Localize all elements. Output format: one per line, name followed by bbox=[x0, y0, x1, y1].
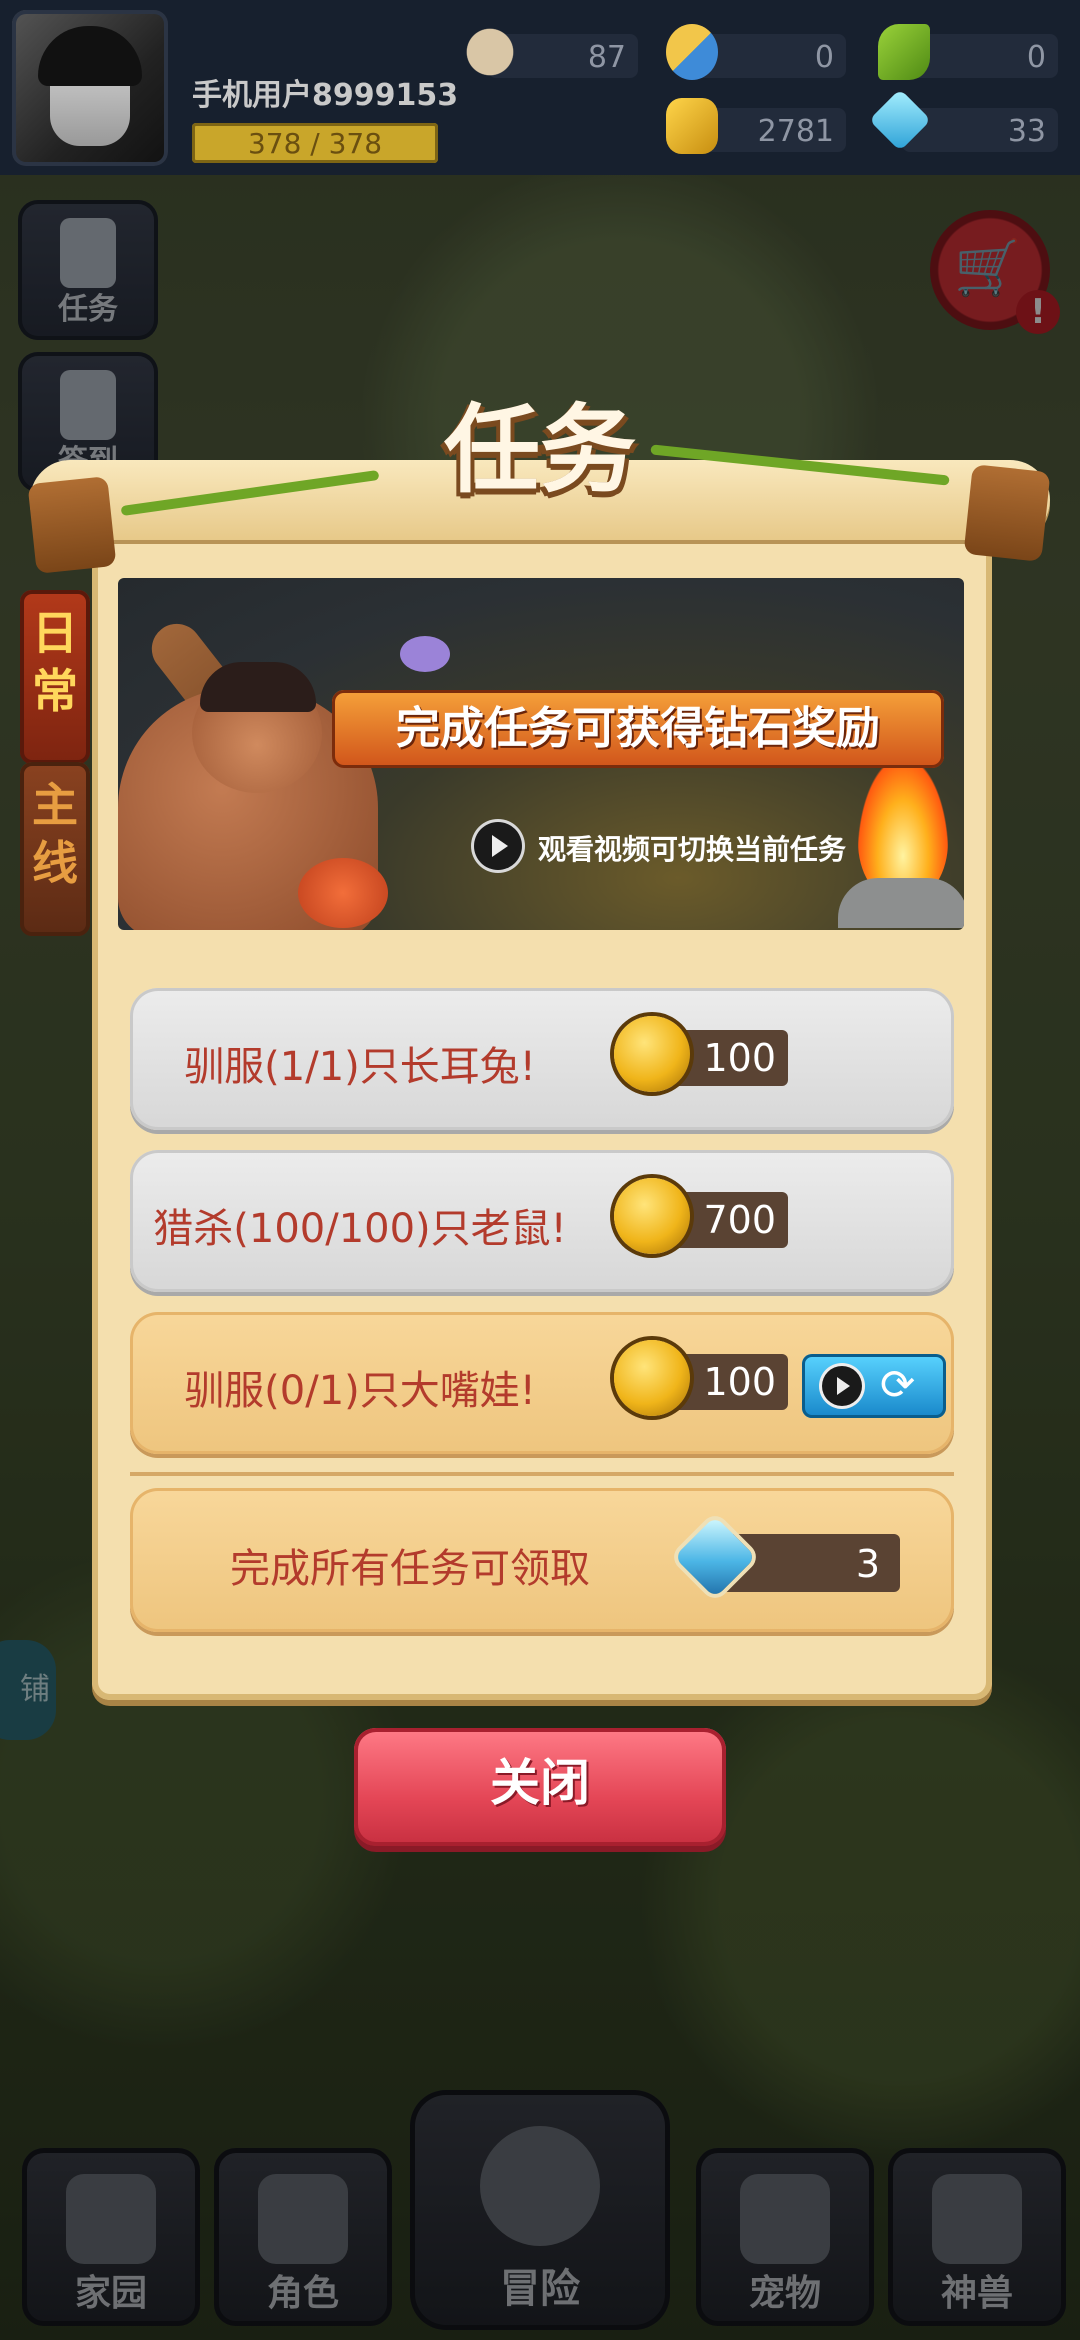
dialog-title: 任务 bbox=[444, 394, 636, 506]
gold-resource: 2781 bbox=[666, 98, 846, 154]
bone-value: 87 bbox=[587, 40, 626, 75]
green-item-resource: 0 bbox=[878, 24, 1058, 80]
diamond-icon bbox=[868, 88, 932, 152]
blue-item-resource: 0 bbox=[666, 24, 846, 80]
gold-value: 2781 bbox=[757, 114, 834, 149]
gold-reward-value: 100 bbox=[703, 1360, 776, 1404]
task-text: 驯服(0/1)只大嘴娃! bbox=[184, 1368, 536, 1414]
green-item-value: 0 bbox=[1026, 40, 1046, 75]
gem-resource: 33 bbox=[868, 88, 1058, 152]
task-banner: 完成任务可获得钻石奖励 观看视频可切换当前任务 bbox=[118, 578, 964, 930]
close-button[interactable]: 关闭 bbox=[354, 1728, 726, 1846]
fire-rocks bbox=[838, 878, 964, 928]
switch-task-video-button[interactable]: ⟳ bbox=[802, 1354, 946, 1418]
avatar-hair bbox=[38, 26, 142, 86]
video-play-icon bbox=[822, 1366, 862, 1406]
all-tasks-reward-text: 完成所有任务可领取 bbox=[230, 1546, 590, 1592]
task-text: 猎杀(100/100)只老鼠! bbox=[153, 1206, 567, 1252]
player-name: 手机用户8999153 bbox=[192, 78, 459, 113]
gold-coin-icon bbox=[614, 1340, 690, 1416]
gold-coin-icon bbox=[614, 1178, 690, 1254]
gold-coin-icon bbox=[614, 1016, 690, 1092]
task-row: 驯服(0/1)只大嘴娃! 100 ⟳ bbox=[130, 1312, 954, 1454]
tab-daily[interactable]: 日常 bbox=[20, 590, 90, 764]
xp-text: 378 / 378 bbox=[247, 127, 383, 160]
green-leaf-icon bbox=[878, 24, 930, 80]
task-row: 驯服(1/1)只长耳兔! 100 bbox=[130, 988, 954, 1130]
bone-icon bbox=[464, 24, 516, 80]
bat-icon bbox=[400, 636, 450, 672]
gold-reward-value: 700 bbox=[703, 1198, 776, 1242]
top-status-bar: 手机用户8999153 378 / 378 87 0 0 2781 33 bbox=[0, 0, 1080, 175]
blue-potion-icon bbox=[666, 24, 718, 80]
ogre-hair bbox=[200, 662, 316, 712]
refresh-icon: ⟳ bbox=[880, 1360, 916, 1409]
campfire-icon bbox=[858, 758, 948, 898]
orange-pet-icon bbox=[298, 858, 388, 928]
bone-resource: 87 bbox=[464, 24, 638, 80]
xp-bar: 378 / 378 bbox=[192, 123, 438, 163]
divider bbox=[130, 1472, 954, 1476]
banner-headline: 完成任务可获得钻石奖励 bbox=[332, 690, 944, 768]
video-hint-text: 观看视频可切换当前任务 bbox=[538, 833, 847, 866]
task-text: 驯服(1/1)只长耳兔! bbox=[184, 1044, 536, 1090]
task-row: 猎杀(100/100)只老鼠! 700 bbox=[130, 1150, 954, 1292]
player-avatar[interactable] bbox=[12, 10, 168, 166]
gem-value: 33 bbox=[1007, 114, 1046, 149]
gem-reward-value: 3 bbox=[855, 1542, 880, 1586]
blue-item-value: 0 bbox=[814, 40, 834, 75]
gold-reward-value: 100 bbox=[703, 1036, 776, 1080]
video-play-icon bbox=[474, 822, 522, 870]
all-tasks-reward-row: 完成所有任务可领取 3 bbox=[130, 1488, 954, 1632]
tab-main[interactable]: 主线 bbox=[20, 762, 90, 936]
gold-nugget-icon bbox=[666, 98, 718, 154]
